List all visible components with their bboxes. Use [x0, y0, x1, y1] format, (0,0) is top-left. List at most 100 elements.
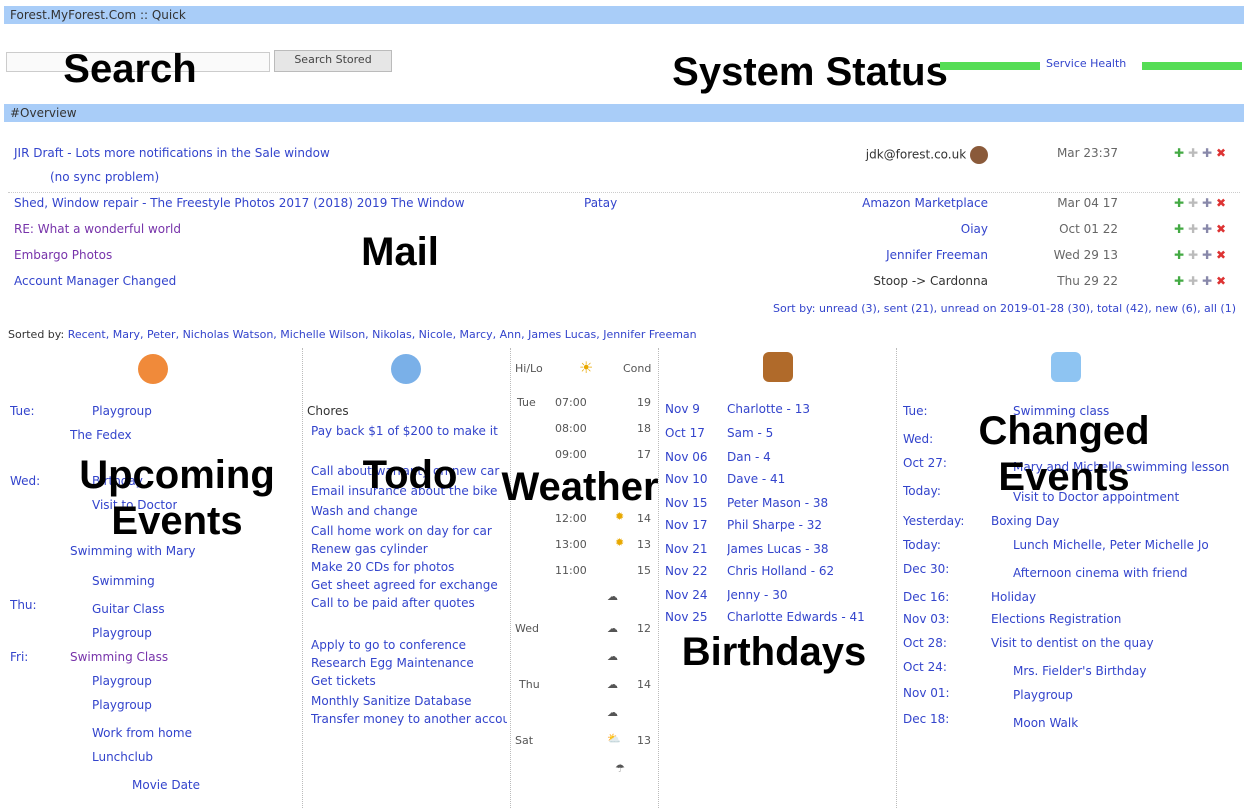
birthday-date: Nov 06 [665, 450, 708, 464]
birthday-name[interactable]: Chris Holland - 62 [727, 564, 834, 578]
todo-item[interactable]: Renew gas cylinder [311, 542, 507, 556]
arrow-icon[interactable]: ✚ [1172, 274, 1186, 288]
delete-icon[interactable]: ✖ [1214, 248, 1228, 262]
event-item[interactable]: Playgroup [92, 404, 152, 418]
todo-item[interactable]: Get sheet agreed for exchange [311, 578, 507, 592]
changed-text[interactable]: Holiday [991, 590, 1036, 604]
todo-item[interactable]: Apply to go to conference [311, 638, 507, 652]
mail-from[interactable]: Amazon Marketplace [862, 196, 988, 210]
sun-cloud-icon: ⛅ [607, 732, 621, 745]
cloud-icon: ☁ [607, 650, 618, 663]
mail-row[interactable]: Account Manager Changed Stoop -> Cardonn… [10, 272, 1238, 296]
upcoming-events-label: Upcoming Events [79, 453, 275, 543]
event-item[interactable]: Playgroup [92, 674, 152, 688]
info-icon[interactable]: ✚ [1200, 274, 1214, 288]
birthday-name[interactable]: Jenny - 30 [727, 588, 787, 602]
event-item[interactable]: Work from home [92, 726, 192, 740]
birthday-name[interactable]: James Lucas - 38 [727, 542, 829, 556]
mail-date: Wed 29 13 [1053, 248, 1118, 262]
birthday-name[interactable]: Peter Mason - 38 [727, 496, 828, 510]
changed-text[interactable]: Mrs. Fielder's Birthday [1013, 664, 1146, 678]
mail-row[interactable]: Shed, Window repair - The Freestyle Phot… [10, 194, 1238, 218]
event-item[interactable]: Swimming [92, 574, 155, 588]
cloud-icon: ☁ [607, 706, 618, 719]
todo-item[interactable]: Wash and change [311, 504, 507, 518]
changed-text[interactable]: Visit to dentist on the quay [991, 636, 1241, 650]
event-item[interactable]: Swimming with Mary [70, 544, 196, 558]
todo-item[interactable]: Monthly Sanitize Database [311, 694, 507, 708]
mail-extra[interactable]: (no sync problem) [50, 170, 159, 184]
event-item[interactable]: Movie Date [132, 778, 200, 792]
info-icon[interactable]: ✚ [1200, 222, 1214, 236]
birthday-date: Nov 21 [665, 542, 708, 556]
birthday-name[interactable]: Dan - 4 [727, 450, 771, 464]
mail-row[interactable]: Embargo Photos Jennifer Freeman Wed 29 1… [10, 246, 1238, 270]
arrow-icon[interactable]: ✚ [1172, 222, 1186, 236]
mail-row[interactable]: RE: What a wonderful world Oiay Oct 01 2… [10, 220, 1238, 244]
calendar-icon [138, 354, 168, 384]
changed-text[interactable]: Elections Registration [991, 612, 1121, 626]
birthday-name[interactable]: Phil Sharpe - 32 [727, 518, 822, 532]
mail-subject[interactable]: Shed, Window repair - The Freestyle Phot… [14, 196, 465, 210]
birthday-date: Oct 17 [665, 426, 705, 440]
mail-subject[interactable]: Embargo Photos [14, 248, 112, 262]
mail-from[interactable]: Jennifer Freeman [886, 248, 988, 262]
event-item[interactable]: Swimming Class [70, 650, 168, 664]
flag-icon[interactable]: ✚ [1186, 222, 1200, 236]
arrow-icon[interactable]: ✚ [1172, 146, 1186, 160]
info-icon[interactable]: ✚ [1200, 146, 1214, 160]
changed-text[interactable]: Playgroup [1013, 688, 1073, 702]
cloud-icon: ☁ [607, 678, 618, 691]
mail-from[interactable]: Oiay [961, 222, 988, 236]
todo-item[interactable]: Research Egg Maintenance [311, 656, 507, 670]
delete-icon[interactable]: ✖ [1214, 222, 1228, 236]
flag-icon[interactable]: ✚ [1186, 248, 1200, 262]
upcoming-events-panel: Tue: Playgroup The Fedex Wed: Birthday V… [4, 348, 300, 808]
arrow-icon[interactable]: ✚ [1172, 248, 1186, 262]
arrow-icon[interactable]: ✚ [1172, 196, 1186, 210]
event-item[interactable]: Guitar Class [92, 602, 165, 616]
search-stored-button[interactable]: Search Stored [274, 50, 392, 72]
mail-row[interactable]: JIR Draft - Lots more notifications in t… [10, 144, 1238, 168]
day-label: Thu: [10, 598, 37, 612]
mail-subject[interactable]: RE: What a wonderful world [14, 222, 181, 236]
flag-icon[interactable]: ✚ [1186, 146, 1200, 160]
todo-item[interactable]: Pay back $1 of $200 to make it [311, 424, 507, 438]
changed-text[interactable]: Afternoon cinema with friend [1013, 566, 1187, 580]
changed-text[interactable]: Lunch Michelle, Peter Michelle Jo [1013, 538, 1243, 552]
flag-icon[interactable]: ✚ [1186, 274, 1200, 288]
birthday-name[interactable]: Dave - 41 [727, 472, 785, 486]
sorted-by-list[interactable]: Recent, Mary, Peter, Nicholas Watson, Mi… [68, 328, 697, 341]
info-icon[interactable]: ✚ [1200, 196, 1214, 210]
mail-subject[interactable]: Account Manager Changed [14, 274, 176, 288]
birthday-name[interactable]: Sam - 5 [727, 426, 773, 440]
birthdays-label: Birthdays [681, 630, 867, 674]
todo-item[interactable]: Get tickets [311, 674, 507, 688]
event-item[interactable]: The Fedex [70, 428, 132, 442]
mail-summary[interactable]: Sort by: unread (3), sent (21), unread o… [773, 302, 1236, 315]
delete-icon[interactable]: ✖ [1214, 196, 1228, 210]
changed-text[interactable]: Moon Walk [1013, 716, 1078, 730]
todo-item[interactable]: Call to be paid after quotes [311, 596, 507, 610]
changed-date: Yesterday: [903, 514, 965, 528]
mail-date: Mar 23:37 [1056, 146, 1118, 160]
event-item[interactable]: Lunchclub [92, 750, 153, 764]
changed-text[interactable]: Boxing Day [991, 514, 1059, 528]
info-icon[interactable]: ✚ [1200, 248, 1214, 262]
event-item[interactable]: Playgroup [92, 626, 152, 640]
birthday-name[interactable]: Charlotte Edwards - 41 [727, 610, 893, 624]
todo-item[interactable]: Transfer money to another account [311, 712, 507, 726]
status-link[interactable]: Service Health [1046, 57, 1126, 70]
changed-date: Dec 30: [903, 562, 950, 576]
todo-item[interactable]: Call home work on day for car [311, 524, 507, 538]
flag-icon[interactable]: ✚ [1186, 196, 1200, 210]
mail-subject[interactable]: JIR Draft - Lots more notifications in t… [14, 146, 330, 160]
todo-item[interactable]: Make 20 CDs for photos [311, 560, 507, 574]
delete-icon[interactable]: ✖ [1214, 146, 1228, 160]
mail-extra[interactable]: Patay [584, 196, 617, 210]
day-label: Wed: [10, 474, 41, 488]
birthday-name[interactable]: Charlotte - 13 [727, 402, 810, 416]
delete-icon[interactable]: ✖ [1214, 274, 1228, 288]
mail-panel: JIR Draft - Lots more notifications in t… [4, 140, 1244, 341]
event-item[interactable]: Playgroup [92, 698, 152, 712]
